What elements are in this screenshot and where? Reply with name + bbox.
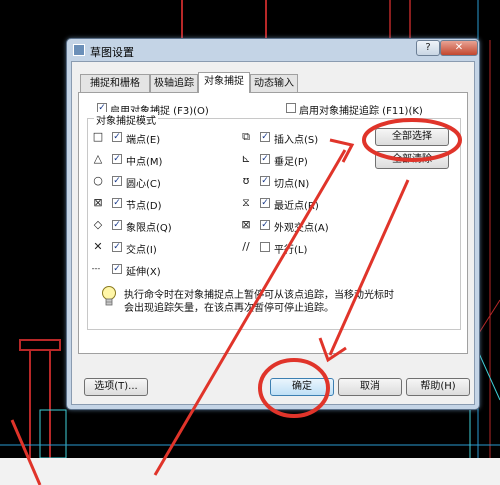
midpoint-label: 中点(M) xyxy=(126,157,163,168)
apparent-intersection-icon: ⊠ xyxy=(241,218,251,231)
object-snap-panel: ✓ 启用对象捕捉 (F3)(O) 启用对象捕捉追踪 (F11)(K) 对象捕捉模… xyxy=(78,92,468,354)
lightbulb-icon xyxy=(102,286,116,306)
center-label: 圆心(C) xyxy=(126,179,161,190)
help-title-button[interactable]: ? xyxy=(416,40,440,56)
node-label: 节点(D) xyxy=(126,201,162,212)
quadrant-icon: ◇ xyxy=(93,218,103,231)
ok-button[interactable]: 确定 xyxy=(270,378,334,396)
tangent-checkbox[interactable]: ✓ xyxy=(260,176,270,186)
intersection-label: 交点(I) xyxy=(126,245,157,256)
tangent-icon: ʊ xyxy=(242,174,250,187)
hint-line-1: 执行命令时在对象捕捉点上暂停可从该点追踪，当移动光标时 xyxy=(124,290,394,301)
close-button[interactable]: ✕ xyxy=(440,40,478,56)
endpoint-label: 端点(E) xyxy=(126,135,161,146)
perpendicular-label: 垂足(P) xyxy=(274,157,308,168)
quadrant-label: 象限点(Q) xyxy=(126,223,172,234)
enable-tracking-label: 启用对象捕捉追踪 (F11)(K) xyxy=(299,106,423,117)
node-icon: ⊠ xyxy=(93,196,103,209)
group-title: 对象捕捉模式 xyxy=(94,112,158,127)
perpendicular-checkbox[interactable]: ✓ xyxy=(260,154,270,164)
enable-tracking-checkbox[interactable] xyxy=(286,103,296,113)
midpoint-icon: △ xyxy=(93,152,103,165)
center-checkbox[interactable]: ✓ xyxy=(112,176,122,186)
taskbar-strip xyxy=(0,458,500,485)
midpoint-checkbox[interactable]: ✓ xyxy=(112,154,122,164)
extension-checkbox[interactable]: ✓ xyxy=(112,264,122,274)
cancel-button[interactable]: 取消 xyxy=(338,378,402,396)
intersection-checkbox[interactable]: ✓ xyxy=(112,242,122,252)
insertion-checkbox[interactable]: ✓ xyxy=(260,132,270,142)
dialog-title: 草图设置 xyxy=(90,46,134,59)
tab-polar-tracking[interactable]: 极轴追踪 xyxy=(150,74,198,92)
endpoint-icon: □ xyxy=(92,130,104,143)
nearest-label: 最近点(R) xyxy=(274,201,319,212)
drafting-settings-dialog: 草图设置 ? ✕ 捕捉和栅格 极轴追踪 对象捕捉 动态输入 ✓ 启用对象捕捉 (… xyxy=(66,38,480,410)
parallel-icon: // xyxy=(242,240,250,253)
title-bar: 草图设置 ? ✕ xyxy=(67,39,479,61)
endpoint-checkbox[interactable]: ✓ xyxy=(112,132,122,142)
insertion-label: 插入点(S) xyxy=(274,135,319,146)
intersection-icon: ✕ xyxy=(93,240,103,253)
app-icon xyxy=(73,44,85,56)
extension-icon: --- xyxy=(91,264,101,273)
node-checkbox[interactable]: ✓ xyxy=(112,198,122,208)
nearest-checkbox[interactable]: ✓ xyxy=(260,198,270,208)
nearest-icon: ⧖ xyxy=(242,196,250,209)
perpendicular-icon: ⊾ xyxy=(241,152,251,165)
hint-line-2: 会出现追踪矢量，在该点再次暂停可停止追踪。 xyxy=(124,303,334,314)
options-button[interactable]: 选项(T)... xyxy=(84,378,148,396)
apparent-intersection-label: 外观交点(A) xyxy=(274,223,329,234)
dialog-client: 捕捉和栅格 极轴追踪 对象捕捉 动态输入 ✓ 启用对象捕捉 (F3)(O) 启用… xyxy=(71,61,475,405)
tangent-label: 切点(N) xyxy=(274,179,310,190)
extension-label: 延伸(X) xyxy=(126,267,161,278)
insertion-icon: ⧉ xyxy=(242,130,250,143)
parallel-label: 平行(L) xyxy=(274,245,308,256)
center-icon: ○ xyxy=(93,174,103,187)
help-button[interactable]: 帮助(H) xyxy=(406,378,470,396)
quadrant-checkbox[interactable]: ✓ xyxy=(112,220,122,230)
tab-snap-grid[interactable]: 捕捉和栅格 xyxy=(80,74,150,92)
apparent-intersection-checkbox[interactable]: ✓ xyxy=(260,220,270,230)
clear-all-button[interactable]: 全部清除 xyxy=(375,151,449,169)
select-all-button[interactable]: 全部选择 xyxy=(375,128,449,146)
tab-dynamic-input[interactable]: 动态输入 xyxy=(250,74,298,92)
snap-hint-text: 执行命令时在对象捕捉点上暂停可从该点追踪，当移动光标时 会出现追踪矢量，在该点再… xyxy=(124,289,444,315)
parallel-checkbox[interactable] xyxy=(260,242,270,252)
tab-object-snap[interactable]: 对象捕捉 xyxy=(198,72,250,93)
snap-modes-group: 对象捕捉模式 □ ✓ 端点(E) △ ✓ 中点(M) ○ ✓ 圆心(C) ⊠ ✓… xyxy=(87,112,461,330)
